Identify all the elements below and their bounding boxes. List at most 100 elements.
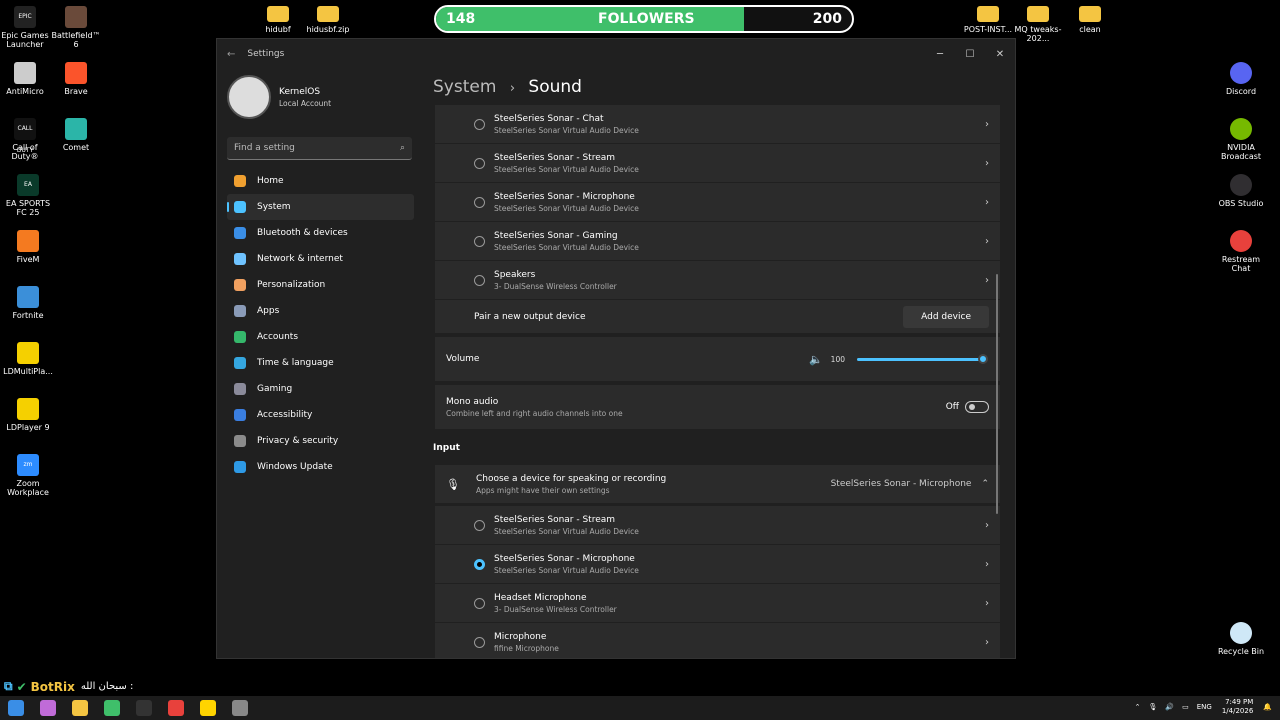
desktop-icon-brave[interactable]: Brave [48, 62, 104, 96]
close-button[interactable]: ✕ [985, 49, 1015, 60]
system-icon [234, 201, 246, 213]
minimize-button[interactable]: ─ [925, 49, 955, 60]
desktop-icon-label: hidubf [265, 25, 291, 34]
sidebar-item-privacy-security[interactable]: Privacy & security [227, 428, 414, 454]
input-device-chooser[interactable]: 🎙 Choose a device for speaking or recordi… [435, 465, 1000, 503]
chevron-up-icon[interactable]: ⌃ [981, 479, 989, 489]
settings-icon[interactable] [232, 700, 248, 716]
input-device-row[interactable]: Headset Microphone 3- DualSense Wireless … [435, 584, 1000, 622]
radio-button[interactable] [474, 196, 485, 208]
maximize-button[interactable]: ☐ [955, 49, 985, 60]
microphone-icon[interactable]: 🎙 [1149, 703, 1158, 711]
sidebar-item-time-language[interactable]: Time & language [227, 350, 414, 376]
sidebar-item-gaming[interactable]: Gaming [227, 376, 414, 402]
user-profile[interactable]: KernelOS Local Account [217, 69, 422, 125]
network-icon[interactable]: ▭ [1182, 703, 1189, 711]
desktop-icon-antimicro[interactable]: AntiMicro [0, 62, 50, 96]
sidebar-item-windows-update[interactable]: Windows Update [227, 454, 414, 480]
sidebar-item-bluetooth-devices[interactable]: Bluetooth & devices [227, 220, 414, 246]
desktop-icon-hidubf[interactable]: hidubf [250, 6, 306, 34]
radio-button[interactable] [474, 597, 485, 609]
sidebar-item-label: Apps [257, 306, 280, 316]
desktop-icon-nvidia-broadcast[interactable]: NVIDIA Broadcast [1213, 118, 1269, 161]
radio-button[interactable] [474, 519, 485, 531]
sidebar-item-personalization[interactable]: Personalization [227, 272, 414, 298]
input-device-row[interactable]: SteelSeries Sonar - Stream SteelSeries So… [435, 506, 1000, 544]
sidebar-item-network-internet[interactable]: Network & internet [227, 246, 414, 272]
title-bar: ← Settings ─ ☐ ✕ [217, 39, 1015, 69]
output-device-row[interactable]: SteelSeries Sonar - Chat SteelSeries Sona… [435, 105, 1000, 143]
sidebar-item-apps[interactable]: Apps [227, 298, 414, 324]
breadcrumb-parent[interactable]: System [433, 77, 496, 97]
record-icon[interactable] [168, 700, 184, 716]
desktop-icon-fivem[interactable]: FiveM [0, 230, 56, 264]
radio-button[interactable] [474, 235, 485, 247]
radio-button[interactable] [474, 118, 485, 130]
desktop-icon-obs-studio[interactable]: OBS Studio [1213, 174, 1269, 208]
file-explorer-icon[interactable] [72, 700, 88, 716]
volume-slider[interactable] [857, 353, 988, 364]
clock[interactable]: 7:49 PM 1/4/2026 [1222, 698, 1253, 716]
desktop-icon-discord[interactable]: Discord [1213, 62, 1269, 96]
call-of-duty-icon[interactable] [136, 700, 152, 716]
output-device-row[interactable]: SteelSeries Sonar - Gaming SteelSeries So… [435, 222, 1000, 260]
sidebar-item-label: Gaming [257, 384, 293, 394]
chrome-icon[interactable] [200, 700, 216, 716]
output-device-row[interactable]: SteelSeries Sonar - Stream SteelSeries So… [435, 144, 1000, 182]
input-device-row[interactable]: SteelSeries Sonar - Microphone SteelSerie… [435, 545, 1000, 583]
input-heading: Input [433, 443, 460, 453]
mono-audio-toggle[interactable] [965, 401, 989, 413]
chevron-up-icon[interactable]: ⌃ [1135, 703, 1141, 711]
back-arrow-icon[interactable]: ← [227, 49, 235, 60]
desktop-icon-clean[interactable]: clean [1062, 6, 1118, 34]
add-device-button[interactable]: Add device [903, 305, 989, 328]
desktop-icon-fortnite[interactable]: Fortnite [0, 286, 56, 320]
desktop-icon-battlefield-6[interactable]: Battlefield™ 6 [48, 6, 104, 49]
scrollbar[interactable] [996, 274, 998, 514]
desktop-icon-mq-tweaks-202[interactable]: MQ tweaks-202... [1010, 6, 1066, 43]
battlefield-6-icon [65, 6, 87, 28]
volume-icon[interactable]: 🔊 [1165, 703, 1174, 711]
search-input[interactable]: Find a setting ⌕ [227, 137, 412, 160]
speaker-icon[interactable]: 🔈 [809, 353, 823, 366]
desktop-icon-ldmultipla[interactable]: LDMultiPla... [0, 342, 56, 376]
chevron-right-icon: › [985, 597, 989, 609]
desktop-icon-restream-chat[interactable]: Restream Chat [1213, 230, 1269, 273]
desktop-icon-post-inst[interactable]: POST-INST... [960, 6, 1016, 34]
desktop-icon-label: OBS Studio [1218, 199, 1264, 208]
radio-button[interactable] [474, 157, 485, 169]
sidebar-item-label: Bluetooth & devices [257, 228, 348, 238]
desktop-icon-zoom-workplace[interactable]: zm Zoom Workplace [0, 454, 56, 497]
notification-bell-icon[interactable]: 🔔 [1263, 703, 1272, 711]
output-device-row[interactable]: Speakers 3- DualSense Wireless Controller… [435, 261, 1000, 299]
desktop-icon-label: LDMultiPla... [3, 367, 53, 376]
sidebar-item-accessibility[interactable]: Accessibility [227, 402, 414, 428]
chevron-right-icon: › [985, 157, 989, 169]
chevron-right-icon: › [985, 636, 989, 648]
radio-button[interactable] [474, 636, 485, 648]
apps-icon [234, 305, 246, 317]
desktop-icon-ldplayer-9[interactable]: LDPlayer 9 [0, 398, 56, 432]
output-device-row[interactable]: SteelSeries Sonar - Microphone SteelSerie… [435, 183, 1000, 221]
language-indicator[interactable]: ENG [1197, 703, 1212, 711]
start-icon[interactable] [8, 700, 24, 716]
desktop-icon-epic-games-launcher[interactable]: EPIC Epic Games Launcher [0, 6, 50, 49]
sidebar-item-accounts[interactable]: Accounts [227, 324, 414, 350]
device-subtitle: SteelSeries Sonar Virtual Audio Device [494, 125, 639, 135]
desktop-icon-call-of-duty[interactable]: CALL DUTY Call of Duty® [0, 118, 50, 161]
input-device-row[interactable]: Microphone fifine Microphone › [435, 623, 1000, 658]
desktop-icon-ea-sports-fc-25[interactable]: EA EA SPORTS FC 25 [0, 174, 56, 217]
desktop-icon-label: POST-INST... [963, 25, 1013, 34]
desktop-icon-recycle-bin[interactable]: Recycle Bin [1213, 622, 1269, 656]
volume-slider-knob[interactable] [978, 353, 988, 364]
epic-games-launcher-icon: EPIC [14, 6, 36, 28]
sidebar-item-home[interactable]: Home [227, 168, 414, 194]
desktop-icon-label: Brave [64, 87, 88, 96]
desktop-icon-comet[interactable]: Comet [48, 118, 104, 152]
sidebar-item-system[interactable]: System [227, 194, 414, 220]
radio-button[interactable] [474, 558, 485, 570]
xbox-icon[interactable] [104, 700, 120, 716]
desktop-icon-hidusbf-zip[interactable]: hidusbf.zip [300, 6, 356, 34]
copilot-icon[interactable] [40, 700, 56, 716]
radio-button[interactable] [474, 274, 485, 286]
